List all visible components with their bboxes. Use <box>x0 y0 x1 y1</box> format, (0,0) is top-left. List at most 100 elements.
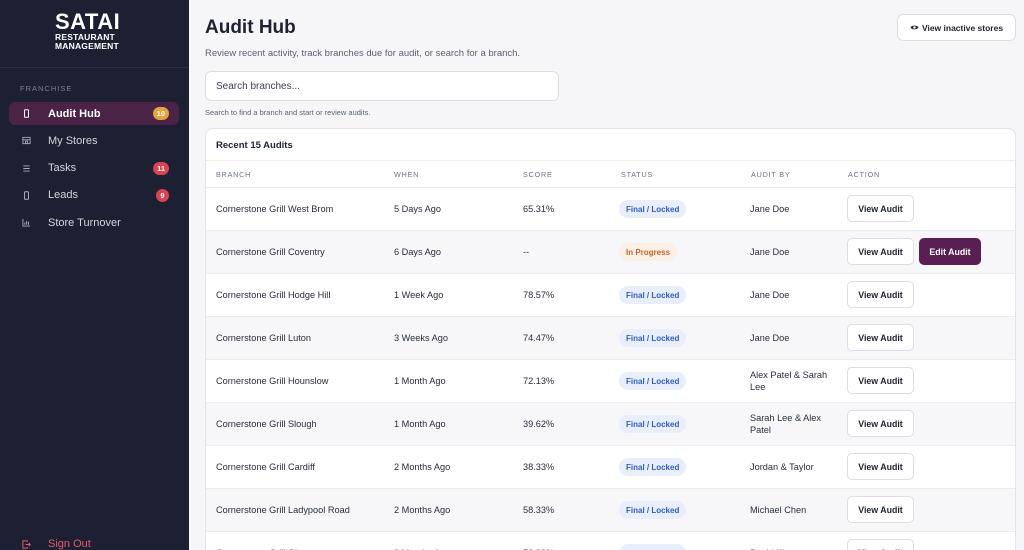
when-cell: 2 Months Ago <box>394 505 451 515</box>
view-inactive-stores-label: View inactive stores <box>921 22 1004 33</box>
section-label: FRANCHISE <box>20 84 73 93</box>
auditor-cell: Michael Chen <box>750 504 807 515</box>
table-row: Cornerstone Grill Coventry 6 Days Ago -- In… <box>206 230 1015 273</box>
status-badge: Final / Locked <box>619 544 687 550</box>
table-row: Cornerstone Grill Hounslow 1 Month Ago 72.… <box>206 359 1015 402</box>
branch-cell: Cornerstone Grill Luton <box>216 333 311 343</box>
status-badge: Final / Locked <box>619 286 687 304</box>
branch-cell: Cornerstone Grill Ladypool Road <box>216 505 350 515</box>
brand-name: SATAI <box>55 9 121 34</box>
column-header-score: SCORE <box>523 170 553 179</box>
view-audit-button[interactable]: View Audit <box>847 367 914 394</box>
branch-cell: Cornerstone Grill Glasgow <box>216 532 324 550</box>
recent-audits-title: Recent 15 Audits <box>216 140 293 151</box>
view-audit-button[interactable]: View Audit <box>847 238 914 265</box>
view-audit-button[interactable]: View Audit <box>847 324 914 351</box>
sign-out-icon <box>19 537 33 550</box>
branch-cell: Cornerstone Grill Hounslow <box>216 376 329 386</box>
sidebar-item-label: Tasks <box>48 162 77 175</box>
view-audit-button[interactable]: View Audit <box>847 453 914 480</box>
brand-tagline-2: MANAGEMENT <box>55 40 119 51</box>
score-cell: 39.62% <box>523 419 555 429</box>
sidebar-item-store-turnover[interactable]: Store Turnover <box>9 211 179 234</box>
sidebar-divider <box>0 67 189 68</box>
bar-chart-icon <box>19 216 33 230</box>
page-title: Audit Hub <box>205 17 296 38</box>
table-row: Cornerstone Grill Hodge Hill 1 Week Ago 78… <box>206 273 1015 316</box>
edit-audit-button[interactable]: Edit Audit <box>919 238 981 265</box>
phone-icon <box>19 188 33 202</box>
sidebar-item-label: My Stores <box>48 134 98 147</box>
page-subtitle: Review recent activity, track branches d… <box>205 48 521 59</box>
auditor-cell: Jane Doe <box>750 246 790 257</box>
branch-cell: Cornerstone Grill West Brom <box>216 204 334 214</box>
sidebar-item-audit-hub[interactable]: Audit Hub 10 <box>9 102 179 125</box>
recent-audits-card: Recent 15 Audits BRANCH WHEN SCORE STATU… <box>205 128 1016 550</box>
column-header-audit-by: AUDIT BY <box>751 170 791 179</box>
card-divider <box>206 160 1015 161</box>
status-badge: Final / Locked <box>619 329 687 347</box>
view-inactive-stores-button[interactable]: View inactive stores <box>897 14 1016 41</box>
score-cell: 74.47% <box>523 333 555 343</box>
status-badge: Final / Locked <box>619 458 687 476</box>
list-icon <box>19 161 33 175</box>
sign-out-button[interactable]: Sign Out <box>19 537 91 550</box>
view-audit-button[interactable]: View Audit <box>847 281 914 308</box>
sidebar-item-leads[interactable]: Leads 9 <box>9 184 179 207</box>
branch-cell: Cornerstone Grill Hodge Hill <box>216 290 331 300</box>
view-audit-button[interactable]: View Audit <box>847 195 914 222</box>
sidebar-item-label: Leads <box>48 189 78 202</box>
count-badge: 10 <box>152 107 169 120</box>
score-cell: 38.33% <box>523 462 555 472</box>
sign-out-label: Sign Out <box>48 538 91 550</box>
column-header-action: ACTION <box>848 170 880 179</box>
main-content: Audit Hub Review recent activity, track … <box>189 0 1024 550</box>
sidebar-item-label: Audit Hub <box>48 107 101 120</box>
status-badge: In Progress <box>619 243 678 261</box>
when-cell: 1 Week Ago <box>394 290 444 300</box>
view-audit-button[interactable]: View Audit <box>847 410 914 437</box>
table-row: Cornerstone Grill Luton 3 Weeks Ago 74.47%… <box>206 316 1015 359</box>
auditor-cell: Jordan & Taylor <box>750 461 814 472</box>
table-row: Cornerstone Grill Slough 1 Month Ago 39.62… <box>206 402 1015 445</box>
auditor-cell: Jane Doe <box>750 289 790 300</box>
when-cell: 1 Month Ago <box>394 419 446 429</box>
view-audit-button[interactable]: View Audit <box>847 539 914 550</box>
auditor-cell: Sarah Lee & Alex Patel <box>750 412 821 436</box>
eye-icon <box>910 25 919 30</box>
status-badge: Final / Locked <box>619 200 687 218</box>
sidebar-item-tasks[interactable]: Tasks 11 <box>9 157 179 180</box>
auditor-cell: Jane Doe <box>750 332 790 343</box>
sidebar-nav: Audit Hub 10 My Stores Tasks 11 Leads 9 Store T… <box>9 102 179 238</box>
when-cell: 6 Days Ago <box>394 247 441 257</box>
auditor-cell: David Kim <box>750 532 838 550</box>
when-cell: 1 Month Ago <box>394 376 446 386</box>
status-badge: Final / Locked <box>619 501 687 519</box>
when-cell: 3 Months Ago <box>394 532 450 550</box>
sidebar-item-label: Store Turnover <box>48 216 121 229</box>
status-badge: Final / Locked <box>619 415 687 433</box>
score-cell: 78.57% <box>523 290 555 300</box>
search-input[interactable] <box>205 71 559 101</box>
table-row: Cornerstone Grill Glasgow 3 Months Ago 53.… <box>206 531 1015 550</box>
column-header-branch: BRANCH <box>216 170 252 179</box>
count-badge: 9 <box>156 188 169 202</box>
when-cell: 5 Days Ago <box>394 204 441 214</box>
view-audit-button[interactable]: View Audit <box>847 496 914 523</box>
branch-cell: Cornerstone Grill Coventry <box>216 247 325 257</box>
brand-logo[interactable]: SATAI RESTAURANT MANAGEMENT <box>55 11 135 50</box>
score-cell: -- <box>523 247 530 257</box>
auditor-cell: Jane Doe <box>750 203 790 214</box>
search-hint: Search to find a branch and start or rev… <box>205 108 371 117</box>
score-cell: 65.31% <box>523 204 555 214</box>
when-cell: 3 Weeks Ago <box>394 333 448 343</box>
auditor-cell: Alex Patel & Sarah Lee <box>750 369 828 393</box>
sidebar-item-my-stores[interactable]: My Stores <box>9 129 179 152</box>
table-row: Cornerstone Grill Cardiff 2 Months Ago 38.… <box>206 445 1015 488</box>
score-cell: 53.33% <box>523 532 554 550</box>
table-row: Cornerstone Grill West Brom 5 Days Ago 65.… <box>206 187 1015 230</box>
phone-icon <box>19 107 33 121</box>
column-header-when: WHEN <box>394 170 420 179</box>
branch-cell: Cornerstone Grill Cardiff <box>216 462 315 472</box>
branch-cell: Cornerstone Grill Slough <box>216 419 317 429</box>
